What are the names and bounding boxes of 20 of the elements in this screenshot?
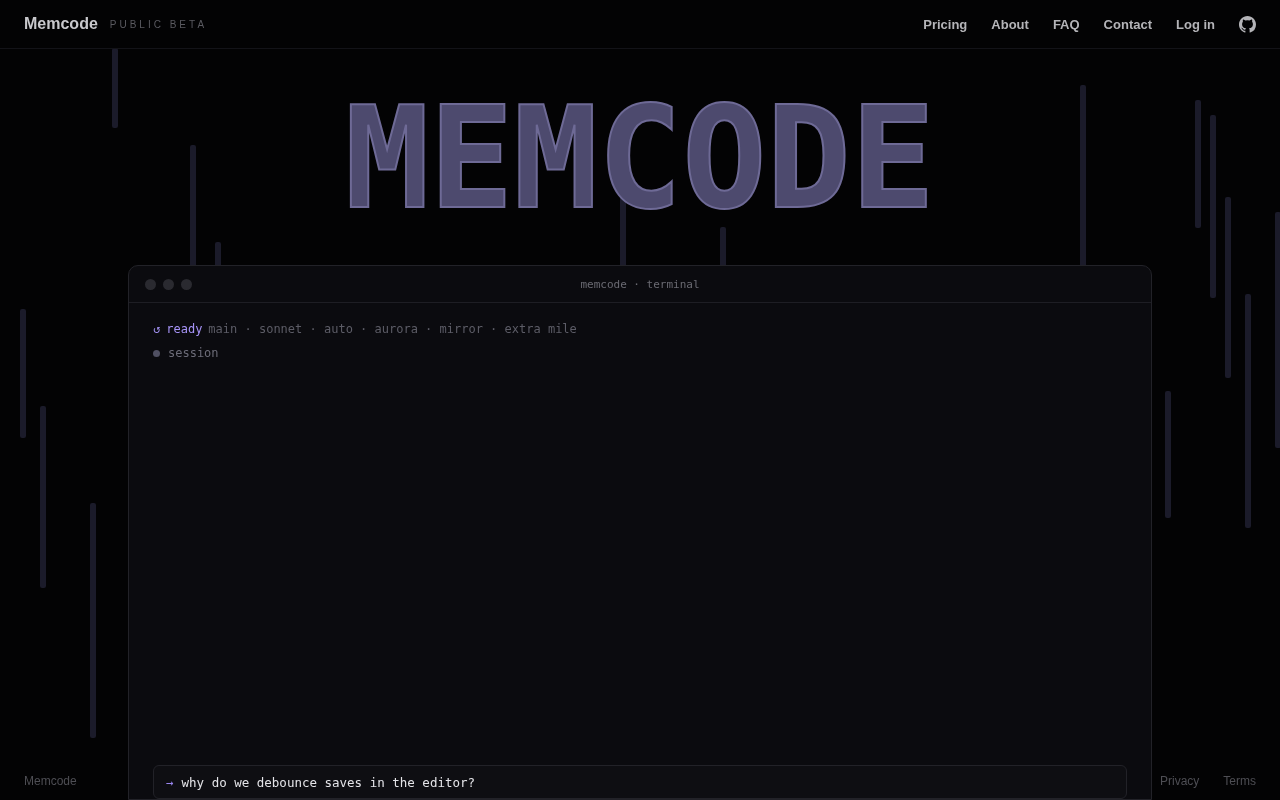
status-state: ready: [166, 322, 203, 336]
footer-brand: Memcode: [24, 774, 77, 788]
brand-name[interactable]: Memcode: [24, 15, 98, 33]
session-dot-icon: [153, 349, 160, 357]
prompt-field[interactable]: → why do we debounce saves in the editor?: [153, 765, 1127, 799]
window-title: memcode · terminal: [580, 277, 700, 291]
beta-label: PUBLIC BETA: [109, 18, 208, 30]
nav-link[interactable]: Log in: [1176, 16, 1215, 32]
status-details: main · sonnet · auto · aurora · mirror · extra mile: [208, 322, 577, 336]
github-icon[interactable]: [1239, 15, 1256, 33]
nav-link[interactable]: About: [991, 16, 1029, 32]
window-dot[interactable]: [181, 278, 192, 290]
nav-link[interactable]: Contact: [1103, 16, 1152, 32]
nav-link[interactable]: Pricing: [923, 16, 968, 32]
window-dot[interactable]: [163, 278, 174, 290]
hero-title: MEMCODE: [344, 76, 936, 242]
window-dot[interactable]: [145, 278, 156, 290]
session-label: session: [168, 346, 219, 360]
nav-link[interactable]: FAQ: [1052, 16, 1080, 32]
refresh-icon: ↺: [153, 322, 161, 336]
